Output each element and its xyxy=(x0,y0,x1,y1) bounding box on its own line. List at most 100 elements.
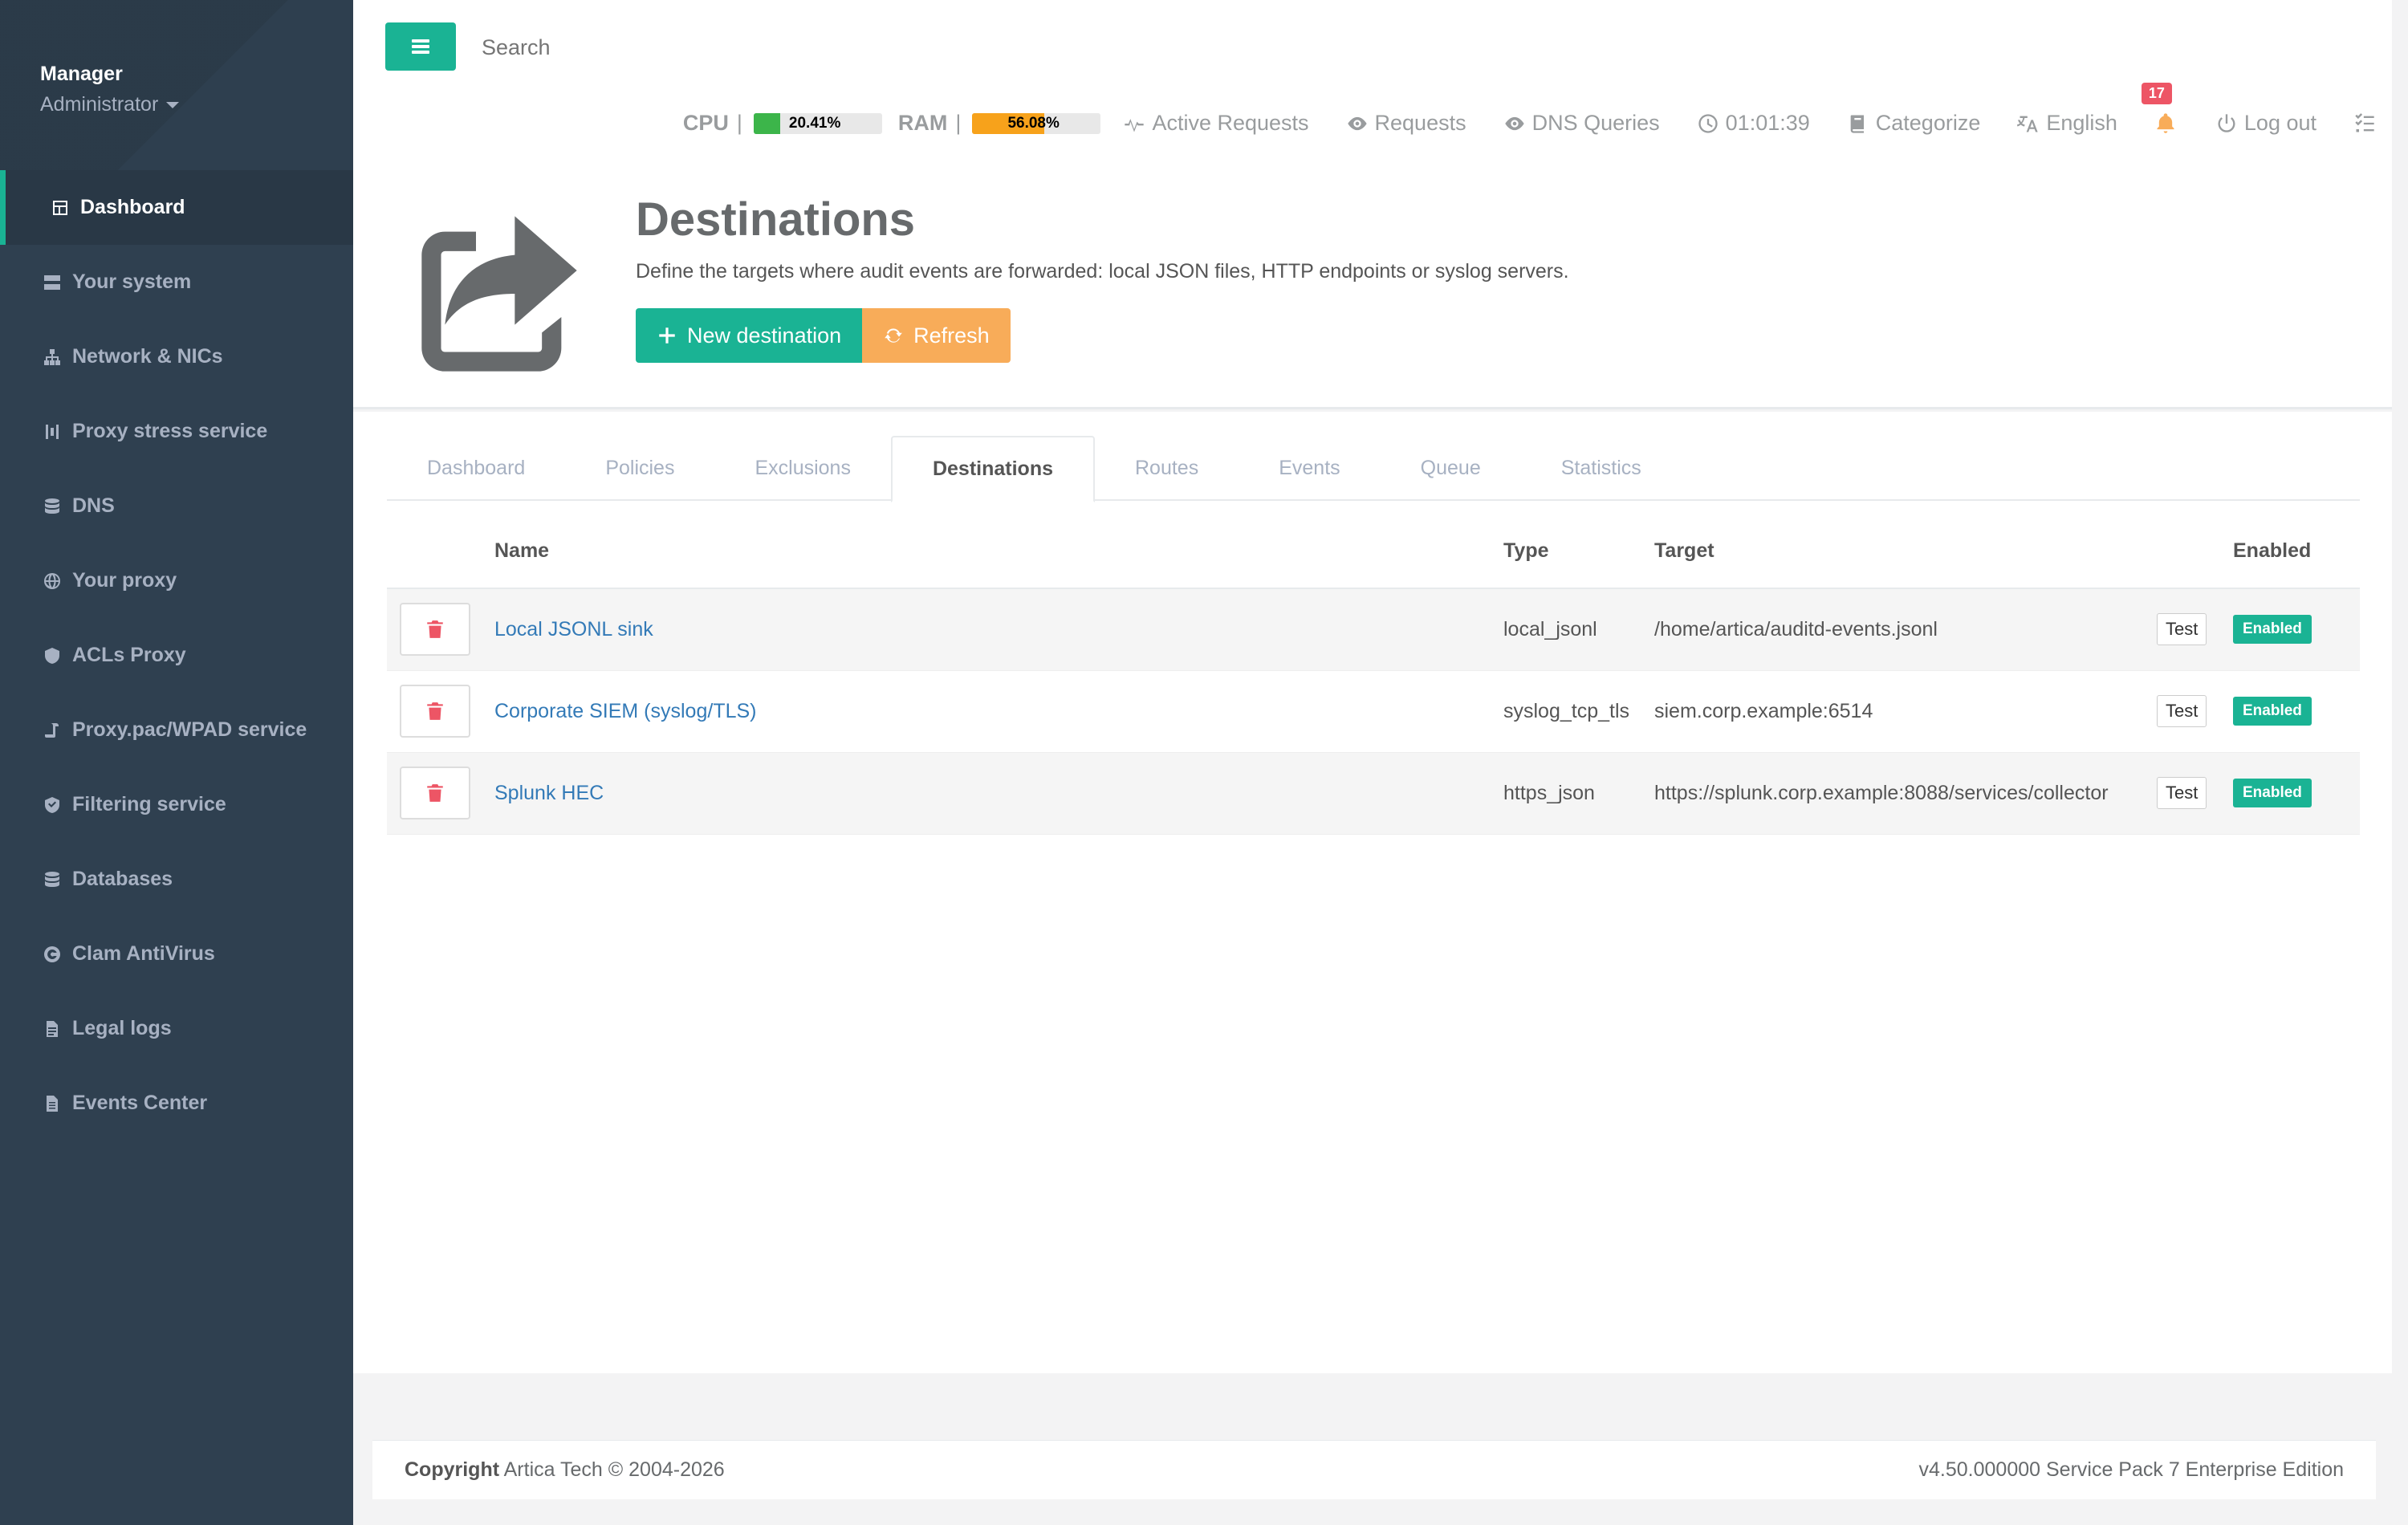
language-icon xyxy=(2017,116,2039,132)
sidebar-item-dashboard[interactable]: Dashboard xyxy=(0,170,353,245)
column-header-test xyxy=(2157,514,2233,589)
search-input[interactable] xyxy=(482,27,883,67)
sidebar-item-filtering[interactable]: Filtering service xyxy=(0,767,353,842)
enabled-badge[interactable]: Enabled xyxy=(2233,697,2312,726)
dns-queries-link[interactable]: DNS Queries xyxy=(1503,111,1660,136)
clock-link[interactable]: 01:01:39 xyxy=(1697,111,1810,136)
sidebar-item-acls-proxy[interactable]: ACLs Proxy xyxy=(0,618,353,693)
notifications-button[interactable]: 17 xyxy=(2141,82,2178,136)
sidebar-item-label: Dashboard xyxy=(80,196,185,218)
requests-label: Requests xyxy=(1374,111,1466,135)
tab-events[interactable]: Events xyxy=(1239,436,1380,501)
shield-icon xyxy=(42,645,63,666)
column-header-name[interactable]: Name xyxy=(494,514,1503,589)
logout-label: Log out xyxy=(2243,111,2316,135)
test-button[interactable]: Test xyxy=(2157,777,2207,809)
destination-name-link[interactable]: Local JSONL sink xyxy=(494,618,653,640)
categorize-label: Categorize xyxy=(1875,111,1981,135)
test-button[interactable]: Test xyxy=(2157,613,2207,646)
cpu-value: 20.41% xyxy=(788,114,841,132)
task-list-icon xyxy=(2355,112,2374,132)
refresh-label: Refresh xyxy=(913,323,990,348)
sidebar-item-databases[interactable]: Databases xyxy=(0,842,353,917)
sidebar-item-label: Legal logs xyxy=(72,1017,172,1039)
profile-name: Manager xyxy=(40,63,123,85)
ram-value: 56.08% xyxy=(1007,114,1060,132)
tab-statistics[interactable]: Statistics xyxy=(1521,436,1682,501)
clock-value: 01:01:39 xyxy=(1725,111,1810,135)
clock-icon xyxy=(1698,113,1718,133)
page-header: Destinations Define the targets where au… xyxy=(353,170,2392,409)
sidebar-item-network[interactable]: Network & NICs xyxy=(0,319,353,394)
language-selector[interactable]: English xyxy=(2017,111,2117,136)
sidebar-item-label: Events Center xyxy=(72,1092,208,1114)
script-icon xyxy=(42,720,63,741)
column-header-target[interactable]: Target xyxy=(1654,514,2157,589)
destination-name-link[interactable]: Splunk HEC xyxy=(494,782,604,804)
language-label: English xyxy=(2046,111,2117,135)
tab-exclusions[interactable]: Exclusions xyxy=(714,436,891,501)
tab-dashboard[interactable]: Dashboard xyxy=(387,436,565,501)
tab-destinations[interactable]: Destinations xyxy=(890,436,1095,502)
tab-queue[interactable]: Queue xyxy=(1381,436,1521,501)
destination-target: siem.corp.example:6514 xyxy=(1654,670,2157,753)
separator: | xyxy=(955,111,962,135)
active-requests-link[interactable]: Active Requests xyxy=(1123,111,1309,136)
cpu-meter-group: CPU | 20.41% xyxy=(683,111,882,136)
ram-meter-group: RAM | 56.08% xyxy=(898,111,1101,136)
test-button[interactable]: Test xyxy=(2157,695,2207,727)
footer-version: v4.50.000000 Service Pack 7 Enterprise E… xyxy=(1918,1458,2344,1481)
sidebar-item-your-system[interactable]: Your system xyxy=(0,245,353,319)
sidebar-item-clam-antivirus[interactable]: Clam AntiVirus xyxy=(0,917,353,991)
trash-icon xyxy=(427,702,443,720)
column-header-actions xyxy=(387,514,494,589)
active-requests-label: Active Requests xyxy=(1152,111,1309,135)
dashboard-icon xyxy=(50,197,71,218)
trash-icon xyxy=(427,620,443,639)
column-header-type[interactable]: Type xyxy=(1503,514,1654,589)
requests-link[interactable]: Requests xyxy=(1346,111,1466,136)
file-icon xyxy=(42,1019,63,1039)
copyright-label: Copyright xyxy=(405,1458,500,1481)
categorize-link[interactable]: Categorize xyxy=(1847,111,1981,136)
logout-link[interactable]: Log out xyxy=(2215,111,2316,136)
tab-policies[interactable]: Policies xyxy=(565,436,714,501)
profile-role-dropdown[interactable]: Administrator xyxy=(40,93,180,116)
delete-button[interactable] xyxy=(400,685,470,738)
enabled-badge[interactable]: Enabled xyxy=(2233,779,2312,807)
tab-bar: Dashboard Policies Exclusions Destinatio… xyxy=(387,436,2360,502)
sidebar-item-label: Filtering service xyxy=(72,793,226,815)
share-square-icon xyxy=(406,201,592,387)
sidebar-item-your-proxy[interactable]: Your proxy xyxy=(0,543,353,618)
header-actions: New destination Refresh xyxy=(636,308,1011,363)
delete-button[interactable] xyxy=(400,767,470,819)
delete-button[interactable] xyxy=(400,603,470,657)
main-area: CPU | 20.41% RAM | 56.08% Active Request… xyxy=(353,0,2408,1525)
refresh-button[interactable]: Refresh xyxy=(862,308,1011,363)
tab-routes[interactable]: Routes xyxy=(1095,436,1239,501)
menu-toggle-button[interactable] xyxy=(385,22,456,71)
sidebar-item-dns[interactable]: DNS xyxy=(0,469,353,543)
destination-type: local_jsonl xyxy=(1503,588,1654,671)
new-destination-button[interactable]: New destination xyxy=(636,308,863,363)
task-list-button[interactable] xyxy=(2353,112,2376,135)
page-description: Define the targets where audit events ar… xyxy=(636,260,1569,283)
column-header-enabled[interactable]: Enabled xyxy=(2233,514,2360,589)
status-bar: CPU | 20.41% RAM | 56.08% Active Request… xyxy=(683,82,2376,136)
sidebar-item-events-center[interactable]: Events Center xyxy=(0,1066,353,1141)
sidebar-item-proxy-pac[interactable]: Proxy.pac/WPAD service xyxy=(0,693,353,767)
stress-icon xyxy=(42,421,63,442)
destination-name-link[interactable]: Corporate SIEM (syslog/TLS) xyxy=(494,700,757,722)
profile-panel: Manager Administrator xyxy=(0,0,353,170)
sitemap-icon xyxy=(42,347,63,368)
copyright-text: Artica Tech © 2004-2026 xyxy=(503,1458,725,1481)
sidebar-item-legal-logs[interactable]: Legal logs xyxy=(0,991,353,1066)
power-icon xyxy=(2218,113,2235,132)
trash-icon xyxy=(427,784,443,802)
sidebar-item-proxy-stress[interactable]: Proxy stress service xyxy=(0,394,353,469)
caret-down-icon xyxy=(166,102,180,109)
globe-icon xyxy=(42,571,63,592)
hamburger-icon xyxy=(412,39,429,54)
enabled-badge[interactable]: Enabled xyxy=(2233,615,2312,645)
destination-target: https://splunk.corp.example:8088/service… xyxy=(1654,752,2157,835)
